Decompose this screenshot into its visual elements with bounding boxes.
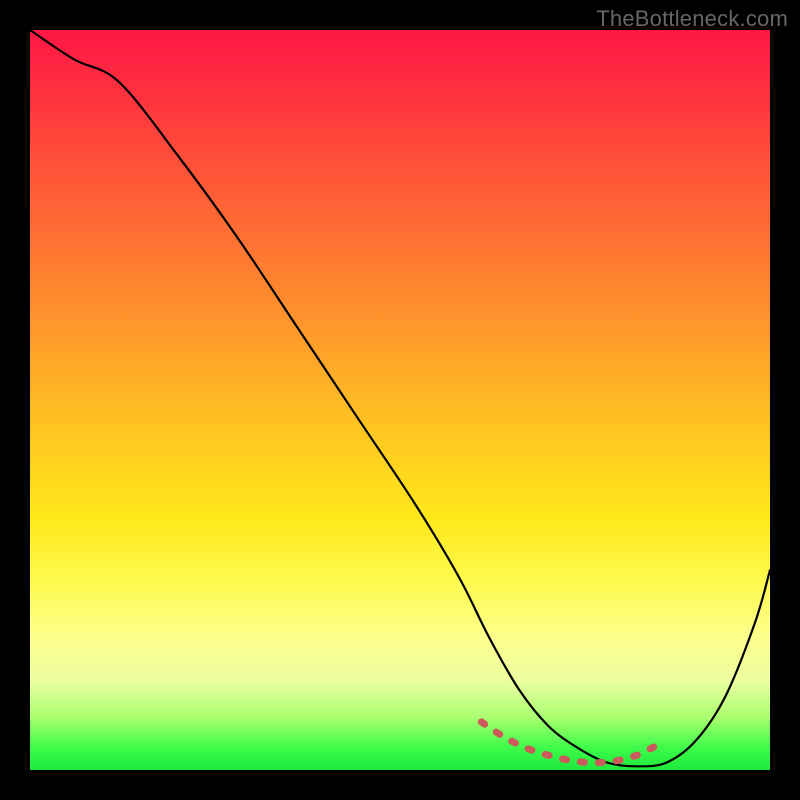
bottleneck-curve — [30, 30, 770, 766]
watermark-text: TheBottleneck.com — [596, 6, 788, 32]
curve-layer — [30, 30, 770, 770]
chart-frame: TheBottleneck.com — [0, 0, 800, 800]
plot-area — [30, 30, 770, 770]
